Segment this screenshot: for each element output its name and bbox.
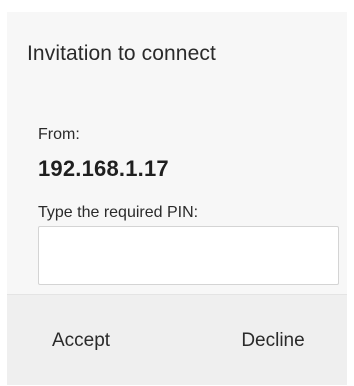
decline-button[interactable]: Decline <box>177 295 347 386</box>
invitation-dialog: Invitation to connect From: 192.168.1.17… <box>7 12 347 385</box>
from-address: 192.168.1.17 <box>38 156 169 181</box>
dialog-button-bar: Accept Decline <box>7 294 347 385</box>
dialog-title: Invitation to connect <box>27 42 216 65</box>
pin-input[interactable] <box>38 226 339 285</box>
from-label: From: <box>38 126 80 143</box>
pin-label: Type the required PIN: <box>38 204 199 221</box>
accept-button[interactable]: Accept <box>7 295 177 386</box>
